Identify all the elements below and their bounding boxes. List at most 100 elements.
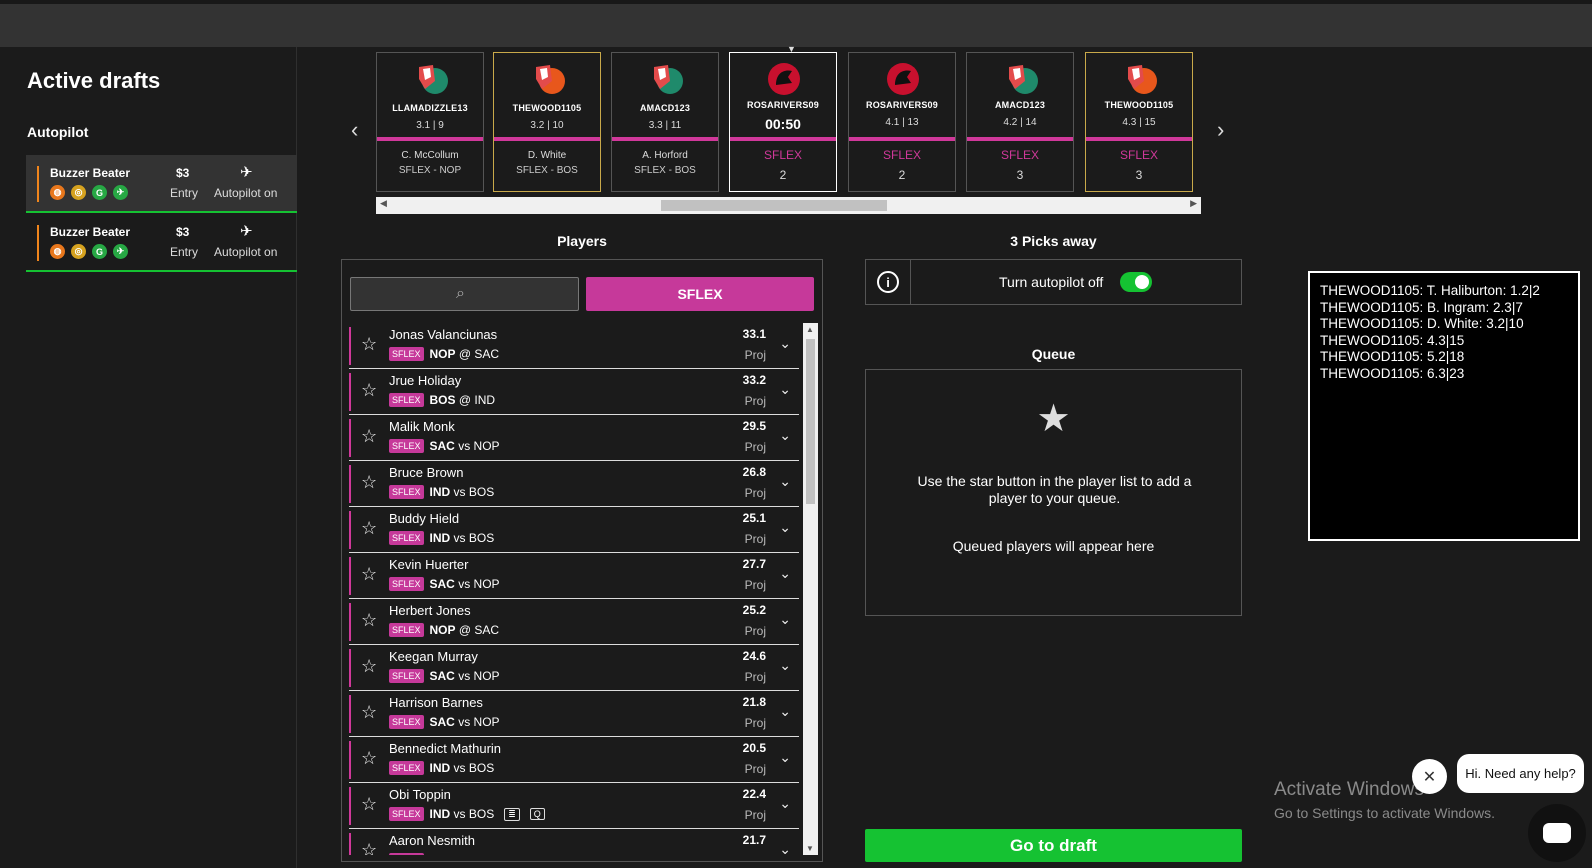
player-projection: 21.8: [742, 695, 766, 709]
chevron-down-icon[interactable]: ⌄: [779, 657, 791, 674]
scroll-down-icon[interactable]: ▼: [806, 844, 814, 853]
pick-card[interactable]: ROSARIVERS09 4.1 | 13 SFLEX 2: [848, 52, 956, 192]
player-row[interactable]: ☆ Jrue Holiday SFLEX BOS @ IND 33.2 Proj ⌄: [349, 369, 799, 415]
chevron-down-icon[interactable]: ⌄: [779, 335, 791, 352]
info-button[interactable]: i: [866, 260, 911, 304]
star-icon[interactable]: ☆: [361, 518, 377, 539]
player-projection: 25.1: [742, 511, 766, 525]
player-row[interactable]: ☆ Bennedict Mathurin SFLEX IND vs BOS 20.5 Pr…: [349, 737, 799, 783]
team-logo-icon: [768, 63, 800, 95]
close-help-button[interactable]: ✕: [1412, 759, 1447, 794]
draft-card[interactable]: Buzzer Beater ◍ ◎ G ✈ $3 Entry ✈ Autopil…: [26, 214, 297, 272]
position-tag: SFLEX: [389, 393, 424, 407]
player-list-scrollbar[interactable]: ▲ ▼: [803, 323, 818, 855]
star-icon[interactable]: ☆: [361, 334, 377, 355]
player-list: ☆ Jonas Valanciunas SFLEX NOP @ SAC 33.1 Proj…: [349, 323, 799, 855]
star-icon[interactable]: ☆: [361, 840, 377, 855]
pick-card[interactable]: THEWOOD1105 3.2 | 10 D. White SFLEX - BO…: [493, 52, 601, 192]
chat-button[interactable]: [1528, 804, 1586, 862]
chevron-down-icon[interactable]: ⌄: [779, 427, 791, 444]
player-name: Jrue Holiday: [389, 373, 462, 388]
draft-card[interactable]: Buzzer Beater ◍ ◎ G ✈ $3 Entry ✈ Autopil…: [26, 155, 297, 213]
carousel-scrollbar[interactable]: ◀ ▶: [376, 197, 1201, 214]
pick-position-bar: [1086, 137, 1192, 141]
player-team: IND: [429, 807, 451, 821]
autopilot-toggle-row: i Turn autopilot off: [865, 259, 1242, 305]
scroll-right-icon[interactable]: ▶: [1190, 198, 1197, 209]
player-row[interactable]: ☆ Malik Monk SFLEX SAC vs NOP 29.5 Proj ⌄: [349, 415, 799, 461]
star-icon[interactable]: ☆: [361, 610, 377, 631]
g-badge-icon: G: [92, 185, 107, 200]
position-tag: SFLEX: [389, 853, 424, 855]
player-row[interactable]: ☆ Harrison Barnes SFLEX SAC vs NOP 21.8 Proj ⌄: [349, 691, 799, 737]
position-tag: SFLEX: [389, 347, 424, 361]
star-icon[interactable]: ☆: [361, 472, 377, 493]
player-row[interactable]: ☆ Bruce Brown SFLEX IND vs BOS 26.8 Proj ⌄: [349, 461, 799, 507]
scroll-left-icon[interactable]: ◀: [380, 198, 387, 209]
star-icon[interactable]: ☆: [361, 656, 377, 677]
news-icon[interactable]: ≣: [504, 807, 520, 821]
player-meta: SFLEX IND vs BOS: [389, 485, 494, 499]
go-to-draft-button[interactable]: Go to draft: [865, 829, 1242, 862]
current-pick-card[interactable]: ROSARIVERS09 00:50 SFLEX 2: [729, 52, 837, 192]
sidebar: Active drafts Autopilot Buzzer Beater ◍ …: [0, 47, 297, 868]
pick-card[interactable]: AMACD123 4.2 | 14 SFLEX 3: [966, 52, 1074, 192]
carousel-next-icon[interactable]: ›: [1217, 117, 1224, 143]
chevron-down-icon[interactable]: ⌄: [779, 381, 791, 398]
player-row[interactable]: ☆ Obi Toppin SFLEX IND vs BOS ≣ Q 22.4 Proj ⌄: [349, 783, 799, 829]
queue-empty-message: Queued players will appear here: [952, 538, 1155, 554]
carousel-prev-icon[interactable]: ‹: [351, 117, 358, 143]
plane-badge-icon: ✈: [113, 185, 128, 200]
chevron-down-icon[interactable]: ⌄: [779, 749, 791, 766]
team-logo-icon: [1009, 65, 1038, 94]
pick-player: D. White: [527, 150, 567, 161]
star-icon[interactable]: ☆: [361, 748, 377, 769]
log-line: THEWOOD1105: 5.2|18: [1320, 349, 1465, 364]
pick-card[interactable]: LLAMADIZZLE13 3.1 | 9 C. McCollum SFLEX …: [376, 52, 484, 192]
coin-icon: ◎: [71, 185, 86, 200]
chevron-down-icon[interactable]: ⌄: [779, 841, 791, 855]
autopilot-toggle[interactable]: [1120, 272, 1152, 292]
chevron-down-icon[interactable]: ⌄: [779, 473, 791, 490]
player-row[interactable]: ☆ Buddy Hield SFLEX IND vs BOS 25.1 Proj ⌄: [349, 507, 799, 553]
scroll-up-icon[interactable]: ▲: [806, 325, 814, 334]
projection-label: Proj: [744, 716, 766, 730]
star-icon[interactable]: ☆: [361, 426, 377, 447]
position-tag: SFLEX: [389, 577, 424, 591]
help-bubble[interactable]: Hi. Need any help?: [1457, 754, 1584, 793]
star-icon[interactable]: ☆: [361, 380, 377, 401]
star-icon[interactable]: ☆: [361, 702, 377, 723]
chevron-down-icon[interactable]: ⌄: [779, 565, 791, 582]
sflex-filter-button[interactable]: SFLEX: [586, 277, 814, 311]
player-row[interactable]: ☆ Herbert Jones SFLEX NOP @ SAC 25.2 Proj ⌄: [349, 599, 799, 645]
chevron-down-icon[interactable]: ⌄: [779, 795, 791, 812]
position-bar: [349, 741, 351, 779]
player-name: Malik Monk: [389, 419, 455, 434]
player-matchup: vs NOP: [458, 577, 500, 591]
player-row[interactable]: ☆ Jonas Valanciunas SFLEX NOP @ SAC 33.1 Proj…: [349, 323, 799, 369]
player-row[interactable]: ☆ Kevin Huerter SFLEX SAC vs NOP 27.7 Proj ⌄: [349, 553, 799, 599]
player-row[interactable]: ☆ Keegan Murray SFLEX SAC vs NOP 24.6 Proj ⌄: [349, 645, 799, 691]
log-line: THEWOOD1105: T. Haliburton: 1.2|2: [1320, 283, 1540, 298]
player-meta: SFLEX NOP @ SAC: [389, 347, 499, 361]
player-team: IND: [429, 761, 451, 775]
pick-card[interactable]: THEWOOD1105 4.3 | 15 SFLEX 3: [1085, 52, 1193, 192]
team-logo-icon: [536, 65, 565, 94]
pick-round: 3.3 | 11: [648, 120, 682, 131]
scrollbar-thumb[interactable]: [806, 339, 815, 504]
scrollbar-thumb[interactable]: [661, 200, 887, 211]
chevron-down-icon[interactable]: ⌄: [779, 519, 791, 536]
queue-badge-icon[interactable]: Q: [529, 808, 545, 820]
chevron-down-icon[interactable]: ⌄: [779, 703, 791, 720]
pick-player: A. Horford: [642, 150, 688, 161]
star-icon[interactable]: ☆: [361, 564, 377, 585]
star-icon[interactable]: ☆: [361, 794, 377, 815]
projection-label: Proj: [744, 624, 766, 638]
pick-user: THEWOOD1105: [512, 103, 582, 113]
player-row[interactable]: ☆ Aaron Nesmith SFLEX IND vs BOS 21.7 Proj ⌄: [349, 829, 799, 855]
pick-card[interactable]: AMACD123 3.3 | 11 A. Horford SFLEX - BOS: [611, 52, 719, 192]
player-projection: 25.2: [742, 603, 766, 617]
position-tag: SFLEX: [389, 439, 424, 453]
player-search-input[interactable]: ⌕: [350, 277, 579, 311]
chevron-down-icon[interactable]: ⌄: [779, 611, 791, 628]
